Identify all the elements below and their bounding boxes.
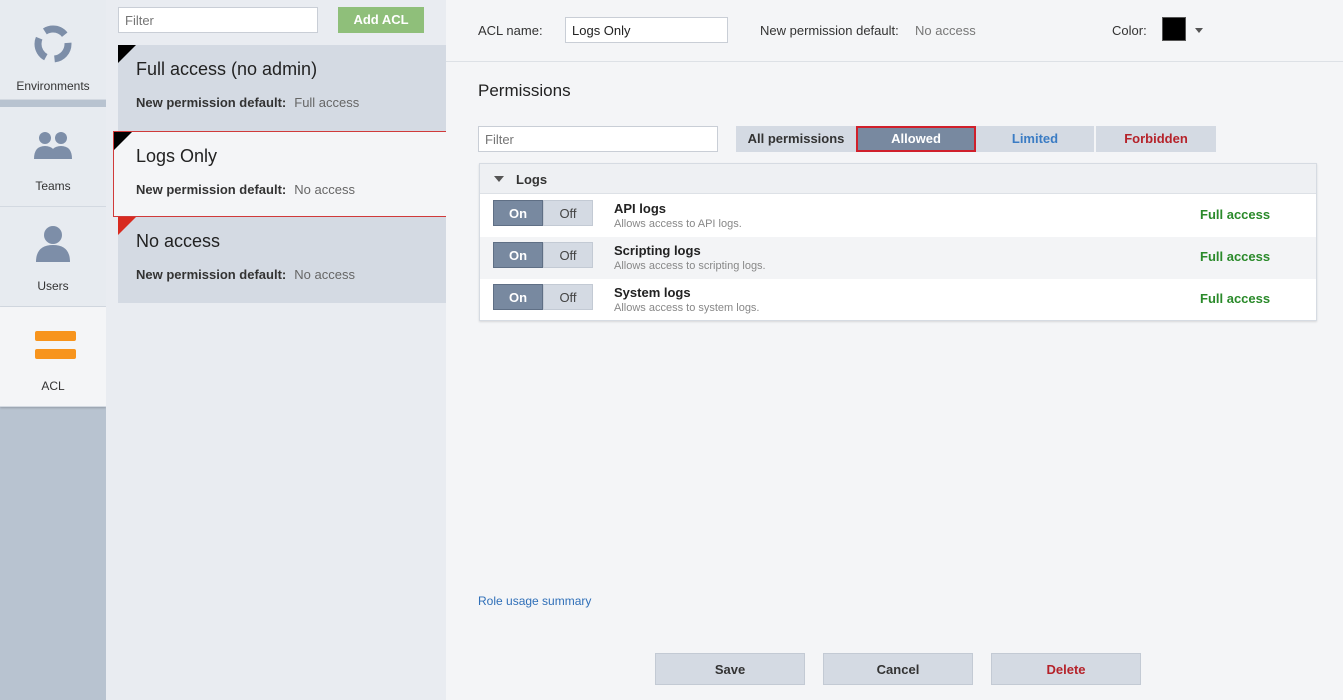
acl-color-corner bbox=[114, 132, 132, 150]
acl-item-default: New permission default: No access bbox=[136, 267, 355, 282]
permission-description: Allows access to API logs. bbox=[614, 218, 742, 230]
acl-icon bbox=[35, 331, 76, 359]
acl-default-value: No access bbox=[294, 267, 355, 282]
toggle-on-button[interactable]: On bbox=[493, 284, 543, 310]
acl-editor: ACL name: New permission default: No acc… bbox=[446, 0, 1343, 700]
permission-toggle: On Off bbox=[493, 284, 593, 310]
main-nav: Environments Teams Users ACL bbox=[0, 0, 106, 700]
toggle-on-button[interactable]: On bbox=[493, 200, 543, 226]
acl-item-no-access[interactable]: No access New permission default: No acce… bbox=[118, 217, 446, 303]
toggle-off-button[interactable]: Off bbox=[543, 242, 593, 268]
acl-color-corner bbox=[118, 45, 136, 63]
permission-level: Full access bbox=[1200, 249, 1271, 264]
chevron-down-icon[interactable] bbox=[1195, 28, 1203, 33]
acl-editor-header: ACL name: New permission default: No acc… bbox=[446, 0, 1343, 62]
users-icon bbox=[36, 226, 70, 262]
nav-item-teams[interactable]: Teams bbox=[0, 107, 106, 207]
default-permission-value[interactable]: No access bbox=[915, 23, 976, 38]
permission-name: System logs bbox=[614, 285, 691, 300]
tab-allowed[interactable]: Allowed bbox=[856, 126, 976, 152]
default-permission-label: New permission default: bbox=[760, 23, 899, 38]
permissions-title: Permissions bbox=[478, 81, 571, 100]
permission-description: Allows access to scripting logs. bbox=[614, 260, 766, 272]
permission-toggle: On Off bbox=[493, 242, 593, 268]
acl-default-value: Full access bbox=[294, 95, 360, 110]
nav-item-users[interactable]: Users bbox=[0, 207, 106, 307]
permission-name: Scripting logs bbox=[614, 243, 701, 258]
permissions-filter-input[interactable] bbox=[478, 126, 718, 152]
role-usage-summary-link[interactable]: Role usage summary bbox=[478, 594, 591, 608]
group-header[interactable]: Logs bbox=[480, 164, 1316, 194]
nav-label-environments: Environments bbox=[16, 79, 90, 93]
toggle-off-button[interactable]: Off bbox=[543, 200, 593, 226]
acl-name-label: ACL name: bbox=[478, 23, 543, 38]
tab-all-permissions[interactable]: All permissions bbox=[736, 126, 856, 152]
color-swatch[interactable] bbox=[1162, 17, 1186, 41]
toggle-off-button[interactable]: Off bbox=[543, 284, 593, 310]
color-label: Color: bbox=[1112, 23, 1147, 38]
acl-name-input[interactable] bbox=[565, 17, 728, 43]
cancel-button[interactable]: Cancel bbox=[823, 653, 973, 685]
permission-name: API logs bbox=[614, 201, 667, 216]
acl-item-name: Full access (no admin) bbox=[136, 59, 318, 79]
environments-icon bbox=[34, 25, 72, 63]
acl-item-default: New permission default: Full access bbox=[136, 95, 359, 110]
acl-default-value: No access bbox=[294, 182, 355, 197]
permission-row: On Off API logs Allows access to API log… bbox=[480, 195, 1316, 237]
tab-forbidden[interactable]: Forbidden bbox=[1096, 126, 1216, 152]
acl-default-label: New permission default: bbox=[136, 95, 287, 110]
acl-list-panel: Add ACL Full access (no admin) New permi… bbox=[106, 0, 449, 700]
acl-item-default: New permission default: No access bbox=[136, 182, 355, 197]
permission-level: Full access bbox=[1200, 207, 1271, 222]
acl-item-logs-only[interactable]: Logs Only New permission default: No acce… bbox=[113, 131, 449, 217]
save-button[interactable]: Save bbox=[655, 653, 805, 685]
permission-description: Allows access to system logs. bbox=[614, 302, 760, 314]
caret-down-icon bbox=[494, 176, 504, 182]
permission-group-logs: Logs On Off API logs Allows access to AP… bbox=[479, 163, 1317, 321]
acl-item-name: Logs Only bbox=[136, 146, 218, 166]
delete-button[interactable]: Delete bbox=[991, 653, 1141, 685]
acl-default-label: New permission default: bbox=[136, 182, 287, 197]
acl-filter-input[interactable] bbox=[118, 7, 318, 33]
acl-color-corner bbox=[118, 217, 136, 235]
nav-label-teams: Teams bbox=[35, 179, 71, 193]
acl-default-label: New permission default: bbox=[136, 267, 287, 282]
nav-label-users: Users bbox=[37, 279, 69, 293]
nav-label-acl: ACL bbox=[41, 379, 65, 393]
teams-icon bbox=[34, 132, 72, 159]
permission-row: On Off Scripting logs Allows access to s… bbox=[480, 237, 1316, 279]
nav-item-acl[interactable]: ACL bbox=[0, 307, 106, 407]
toggle-on-button[interactable]: On bbox=[493, 242, 543, 268]
add-acl-button[interactable]: Add ACL bbox=[338, 7, 424, 33]
nav-item-environments[interactable]: Environments bbox=[0, 0, 106, 100]
acl-item-full-access[interactable]: Full access (no admin) New permission de… bbox=[118, 45, 446, 131]
tab-limited[interactable]: Limited bbox=[976, 126, 1095, 152]
permission-row: On Off System logs Allows access to syst… bbox=[480, 279, 1316, 321]
permission-toggle: On Off bbox=[493, 200, 593, 226]
group-title: Logs bbox=[516, 172, 548, 187]
permission-level: Full access bbox=[1200, 291, 1271, 306]
acl-item-name: No access bbox=[136, 231, 221, 251]
